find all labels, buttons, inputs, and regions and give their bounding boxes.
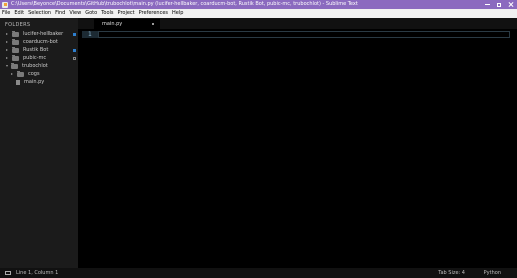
current-line[interactable]	[98, 31, 510, 38]
sidebar-item-pubic-mc[interactable]: pubic-mc	[0, 54, 84, 62]
sidebar-item-coarducm-bot[interactable]: coarducm-bot	[0, 38, 84, 46]
cursor-position: Line 1, Column 1	[16, 270, 59, 276]
sidebar-item-label: pubic-mc	[23, 55, 47, 61]
sidebar-item-label: cogs	[28, 71, 40, 77]
editor-scrollbar[interactable]	[513, 29, 517, 268]
chevron-right-icon[interactable]	[6, 49, 8, 51]
tab-label: main.py	[102, 21, 123, 27]
folder-icon	[12, 30, 19, 37]
menu-preferences[interactable]: Preferences	[137, 9, 170, 18]
menu-goto[interactable]: Goto	[83, 9, 99, 18]
sidebar-item-label: Rustik Bot	[23, 47, 49, 53]
code-editor[interactable]: 1	[78, 29, 517, 268]
sidebar-item-label: main.py	[24, 79, 45, 85]
line-number: 1	[88, 31, 92, 38]
menu-edit[interactable]: Edit	[12, 9, 26, 18]
menu-bar: File Edit Selection Find View Goto Tools…	[0, 9, 517, 18]
folder-icon	[12, 46, 19, 53]
minimize-icon[interactable]	[481, 0, 493, 9]
chevron-right-icon[interactable]	[11, 73, 13, 75]
folder-icon	[12, 54, 19, 61]
folder-open-icon	[11, 62, 18, 69]
close-icon[interactable]	[505, 0, 517, 9]
sidebar-item-rustik-bot[interactable]: Rustik Bot	[0, 46, 84, 54]
folder-icon	[17, 70, 24, 77]
sidebar-header: FOLDERS	[5, 22, 31, 28]
modified-badge	[73, 48, 76, 52]
window-title: C:\Users\Beyonce\Documents\GitHub\truboc…	[11, 1, 358, 7]
title-bar: C:\Users\Beyonce\Documents\GitHub\truboc…	[0, 0, 517, 9]
sidebar-item-label: coarducm-bot	[23, 39, 58, 45]
sidebar-item-trubochlot[interactable]: trubochlot	[0, 62, 84, 70]
menu-tools[interactable]: Tools	[99, 9, 115, 18]
folder-icon	[12, 38, 19, 45]
modified-badge	[73, 32, 76, 36]
chevron-right-icon[interactable]	[6, 41, 8, 43]
sidebar-item-cogs[interactable]: cogs	[0, 70, 89, 78]
syntax-selector[interactable]: Python	[484, 270, 501, 276]
sidebar-item-label: lucifer-hellbaker	[23, 31, 64, 37]
tab-close-icon[interactable]	[152, 23, 154, 25]
app-icon	[2, 1, 8, 8]
tab-main-py[interactable]: main.py	[94, 19, 160, 29]
tab-size-selector[interactable]: Tab Size: 4	[438, 270, 465, 276]
window-controls	[481, 0, 517, 9]
file-icon	[16, 79, 20, 85]
tab-bar: main.py	[78, 18, 517, 29]
panel-toggle-icon[interactable]	[5, 271, 11, 275]
menu-file[interactable]: File	[0, 9, 12, 18]
sidebar-item-lucifer-hellbaker[interactable]: lucifer-hellbaker	[0, 30, 84, 38]
menu-help[interactable]: Help	[170, 9, 185, 18]
chevron-right-icon[interactable]	[6, 57, 8, 59]
menu-selection[interactable]: Selection	[26, 9, 53, 18]
menu-project[interactable]: Project	[116, 9, 137, 18]
chevron-right-icon[interactable]	[6, 33, 8, 35]
maximize-icon[interactable]	[493, 0, 505, 9]
menu-view[interactable]: View	[67, 9, 83, 18]
sidebar: FOLDERS lucifer-hellbaker coarducm-bot R…	[0, 18, 78, 268]
chevron-down-icon[interactable]	[6, 65, 8, 67]
sublime-window: C:\Users\Beyonce\Documents\GitHub\truboc…	[0, 0, 517, 278]
menu-find[interactable]: Find	[53, 9, 67, 18]
sidebar-item-label: trubochlot	[22, 63, 48, 69]
status-bar: Line 1, Column 1 Tab Size: 4 Python	[0, 268, 517, 278]
untracked-badge	[73, 56, 76, 60]
